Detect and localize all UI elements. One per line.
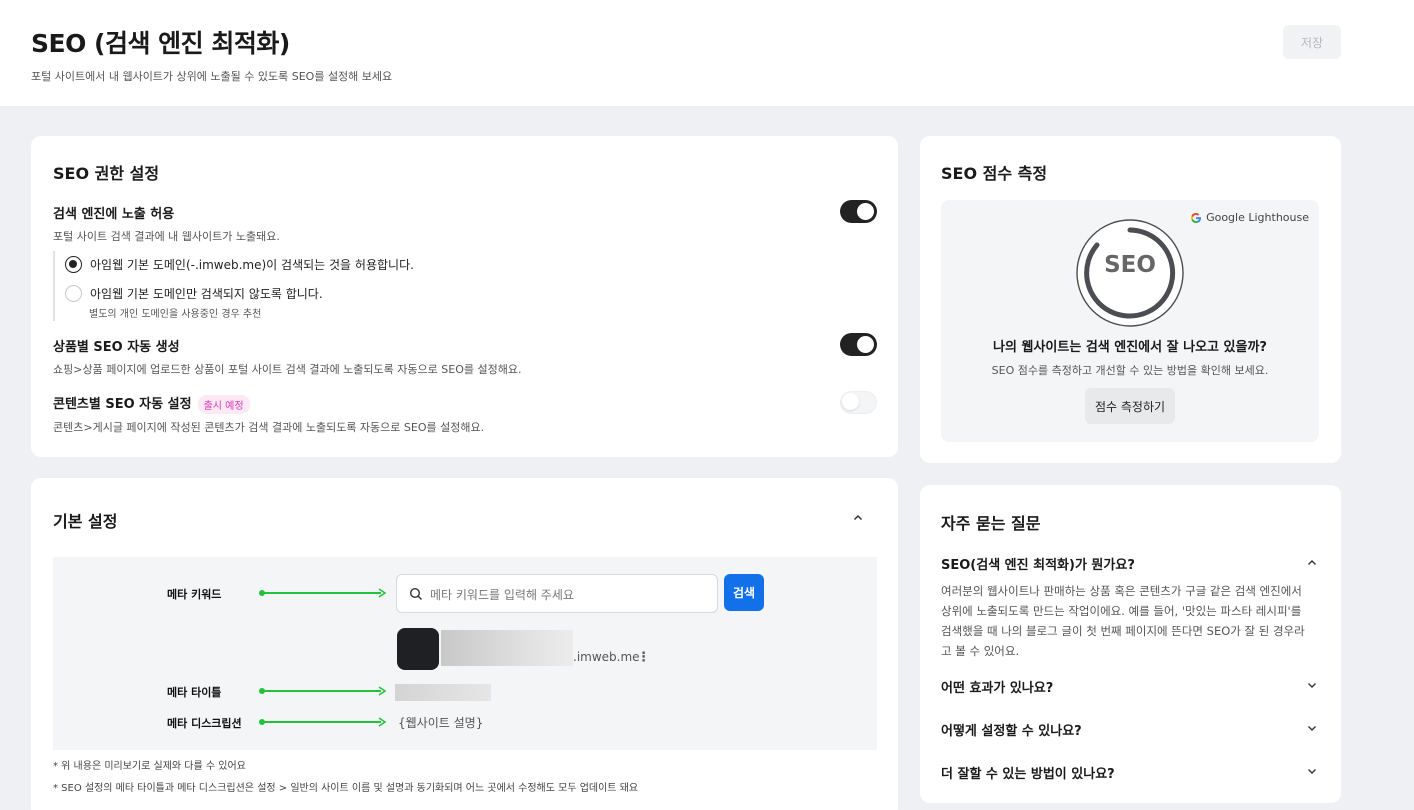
site-domain: .imweb.me (573, 650, 640, 664)
lighthouse-label: Google Lighthouse (1206, 211, 1309, 224)
search-exposure-title: 검색 엔진에 노출 허용 (53, 207, 175, 222)
content-seo-title-row: 콘텐츠별 SEO 자동 설정 출시 예정 (53, 393, 250, 414)
arrow-desc (259, 717, 387, 727)
google-icon (1191, 212, 1202, 223)
coming-soon-badge: 출시 예정 (197, 395, 250, 414)
product-seo-toggle[interactable] (840, 333, 877, 356)
content-seo-desc: 콘텐츠>게시글 페이지에 작성된 콘텐츠가 검색 결과에 노출되도록 자동으로 … (53, 421, 485, 434)
radio-unchecked-icon (65, 285, 82, 302)
page-header: SEO (검색 엔진 최적화) 포털 사이트에서 내 웹사이트가 상위에 노출될… (0, 0, 1414, 106)
radio-block-label: 아임웹 기본 도메인만 검색되지 않도록 합니다. (90, 287, 323, 301)
score-question: 나의 웹사이트는 검색 엔진에서 잘 나오고 있을까? (993, 340, 1267, 355)
content-seo-toggle[interactable] (840, 391, 877, 414)
product-seo-title: 상품별 SEO 자동 생성 (53, 340, 180, 355)
seo-ring-text: SEO (1104, 252, 1156, 278)
meta-desc-value: {웹사이트 설명} (398, 716, 484, 730)
radio-allow-default-domain[interactable]: 아임웹 기본 도메인(-.imweb.me)이 검색되는 것을 허용합니다. (65, 256, 414, 273)
preview-search-button[interactable]: 검색 (724, 574, 764, 611)
arrow-title (259, 686, 387, 696)
more-vertical-icon: ⋮ (637, 650, 650, 665)
search-exposure-toggle[interactable] (840, 200, 877, 223)
site-favicon (397, 628, 439, 670)
chevron-down-icon[interactable] (1307, 680, 1317, 690)
lighthouse-tag: Google Lighthouse (1190, 211, 1309, 224)
chevron-up-icon[interactable] (1307, 558, 1317, 568)
content-seo-title: 콘텐츠별 SEO 자동 설정 (53, 397, 192, 412)
product-seo-desc: 쇼핑>상품 페이지에 업로드한 상품이 포털 사이트 검색 결과에 노출되도록 … (53, 363, 522, 376)
radio-checked-icon (65, 256, 82, 273)
chevron-down-icon[interactable] (1307, 723, 1317, 733)
permissions-title: SEO 권한 설정 (53, 164, 160, 183)
search-icon (409, 587, 422, 600)
preview-note: * 위 내용은 미리보기로 실제와 다를 수 있어요 (53, 761, 246, 772)
faq-question-1[interactable]: SEO(검색 엔진 최적화)가 뭔가요? (941, 554, 1135, 573)
radio-note: 별도의 개인 도메인을 사용중인 경우 추천 (89, 309, 262, 320)
faq-title: 자주 묻는 질문 (941, 514, 1041, 533)
meta-keyword-placeholder: 메타 키워드를 입력해 주세요 (430, 588, 574, 602)
seo-permissions-card: SEO 권한 설정 검색 엔진에 노출 허용 포털 사이트 검색 결과에 내 웹… (31, 136, 898, 457)
radio-block-default-domain[interactable]: 아임웹 기본 도메인만 검색되지 않도록 합니다. (65, 285, 323, 302)
meta-desc-label: 메타 디스크립션 (167, 717, 242, 730)
meta-title-label: 메타 타이틀 (167, 686, 222, 699)
arrow-keyword (259, 588, 387, 598)
lighthouse-panel: Google Lighthouse SEO 나의 웹사이트는 검색 엔진에서 잘… (941, 200, 1319, 442)
page-title: SEO (검색 엔진 최적화) (31, 29, 290, 58)
seo-score-card: SEO 점수 측정 Google Lighthouse SEO 나의 웹사이트는… (920, 136, 1341, 463)
meta-keyword-search-box[interactable]: 메타 키워드를 입력해 주세요 (396, 574, 718, 613)
measure-score-button[interactable]: 점수 측정하기 (1085, 388, 1175, 424)
search-exposure-desc: 포털 사이트 검색 결과에 내 웹사이트가 노출돼요. (53, 230, 280, 243)
faq-question-2[interactable]: 어떤 효과가 있나요? (941, 677, 1053, 696)
radio-group-bar (53, 251, 57, 321)
score-title: SEO 점수 측정 (941, 164, 1048, 183)
meta-title-blurred (395, 684, 491, 701)
sync-note: * SEO 설정의 메타 타이틀과 메타 디스크립션은 설정 > 일반의 사이트… (53, 783, 639, 794)
chevron-down-icon[interactable] (1307, 766, 1317, 776)
score-desc: SEO 점수를 측정하고 개선할 수 있는 방법을 확인해 보세요. (991, 364, 1269, 377)
basic-settings-card: 기본 설정 메타 키워드 메타 키워드를 입력해 주세요 검색 .imweb.m… (31, 478, 898, 810)
faq-card: 자주 묻는 질문 SEO(검색 엔진 최적화)가 뭔가요? 여러분의 웹사이트나… (920, 485, 1341, 803)
basic-settings-title: 기본 설정 (53, 512, 118, 531)
page-subtitle: 포털 사이트에서 내 웹사이트가 상위에 노출될 수 있도록 SEO를 설정해 … (31, 70, 393, 83)
save-button[interactable]: 저장 (1283, 25, 1341, 59)
faq-answer-1: 여러분의 웹사이트나 판매하는 상품 혹은 콘텐츠가 구글 같은 검색 엔진에서… (941, 584, 1305, 658)
meta-keyword-label: 메타 키워드 (167, 588, 222, 601)
radio-allow-label: 아임웹 기본 도메인(-.imweb.me)이 검색되는 것을 허용합니다. (90, 258, 414, 272)
chevron-up-icon[interactable] (853, 513, 863, 523)
site-name-blurred (441, 630, 573, 666)
faq-question-3[interactable]: 어떻게 설정할 수 있나요? (941, 720, 1082, 739)
faq-question-4[interactable]: 더 잘할 수 있는 방법이 있나요? (941, 763, 1115, 782)
seo-preview: 메타 키워드 메타 키워드를 입력해 주세요 검색 .imweb.me ⋮ 메타… (53, 557, 877, 750)
